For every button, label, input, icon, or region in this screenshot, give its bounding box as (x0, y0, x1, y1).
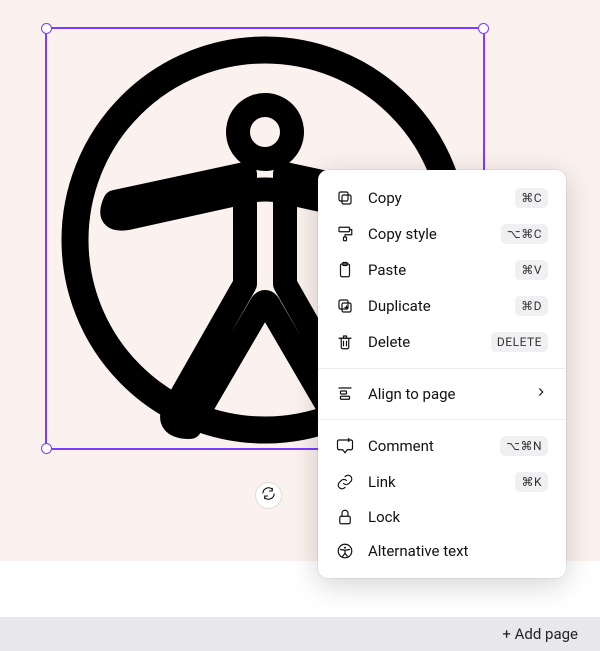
resize-handle-tr[interactable] (478, 23, 489, 34)
menu-item-lock[interactable]: Lock (318, 500, 566, 534)
menu-label: Delete (368, 333, 477, 351)
paint-roller-icon (336, 225, 354, 243)
accessibility-small-icon (336, 542, 354, 560)
menu-shortcut: ⌘C (515, 188, 548, 208)
menu-separator (318, 368, 566, 369)
trash-icon (336, 333, 354, 351)
resize-handle-bl[interactable] (41, 443, 52, 454)
rotate-button[interactable] (255, 482, 282, 509)
menu-shortcut: ⌥⌘C (501, 224, 548, 244)
clipboard-icon (336, 261, 354, 279)
link-icon (336, 473, 354, 491)
menu-shortcut: DELETE (491, 332, 548, 352)
status-bar: + Add page (0, 617, 600, 651)
chevron-right-icon (534, 385, 548, 403)
menu-label: Copy style (368, 225, 487, 243)
menu-item-copy[interactable]: Copy ⌘C (318, 180, 566, 216)
menu-shortcut: ⌘V (515, 260, 548, 280)
menu-label: Lock (368, 508, 548, 526)
context-menu: Copy ⌘C Copy style ⌥⌘C Paste ⌘V Duplicat… (318, 170, 566, 578)
menu-item-paste[interactable]: Paste ⌘V (318, 252, 566, 288)
menu-item-duplicate[interactable]: Duplicate ⌘D (318, 288, 566, 324)
menu-shortcut: ⌘D (515, 296, 548, 316)
menu-label: Alternative text (368, 542, 548, 560)
menu-item-alternative-text[interactable]: Alternative text (318, 534, 566, 568)
menu-item-delete[interactable]: Delete DELETE (318, 324, 566, 360)
menu-item-align-to-page[interactable]: Align to page (318, 377, 566, 411)
menu-label: Align to page (368, 385, 520, 403)
comment-icon (336, 437, 354, 455)
menu-label: Duplicate (368, 297, 501, 315)
menu-label: Link (368, 473, 501, 491)
copy-icon (336, 189, 354, 207)
lock-icon (336, 508, 354, 526)
menu-label: Comment (368, 437, 486, 455)
menu-shortcut: ⌘K (515, 472, 548, 492)
menu-item-link[interactable]: Link ⌘K (318, 464, 566, 500)
menu-separator (318, 419, 566, 420)
resize-handle-tl[interactable] (41, 23, 52, 34)
menu-item-comment[interactable]: Comment ⌥⌘N (318, 428, 566, 464)
menu-label: Copy (368, 189, 501, 207)
menu-label: Paste (368, 261, 501, 279)
align-icon (336, 385, 354, 403)
add-page-button[interactable]: + Add page (502, 625, 578, 643)
menu-item-copy-style[interactable]: Copy style ⌥⌘C (318, 216, 566, 252)
rotate-icon (261, 486, 276, 505)
duplicate-icon (336, 297, 354, 315)
menu-shortcut: ⌥⌘N (500, 436, 548, 456)
